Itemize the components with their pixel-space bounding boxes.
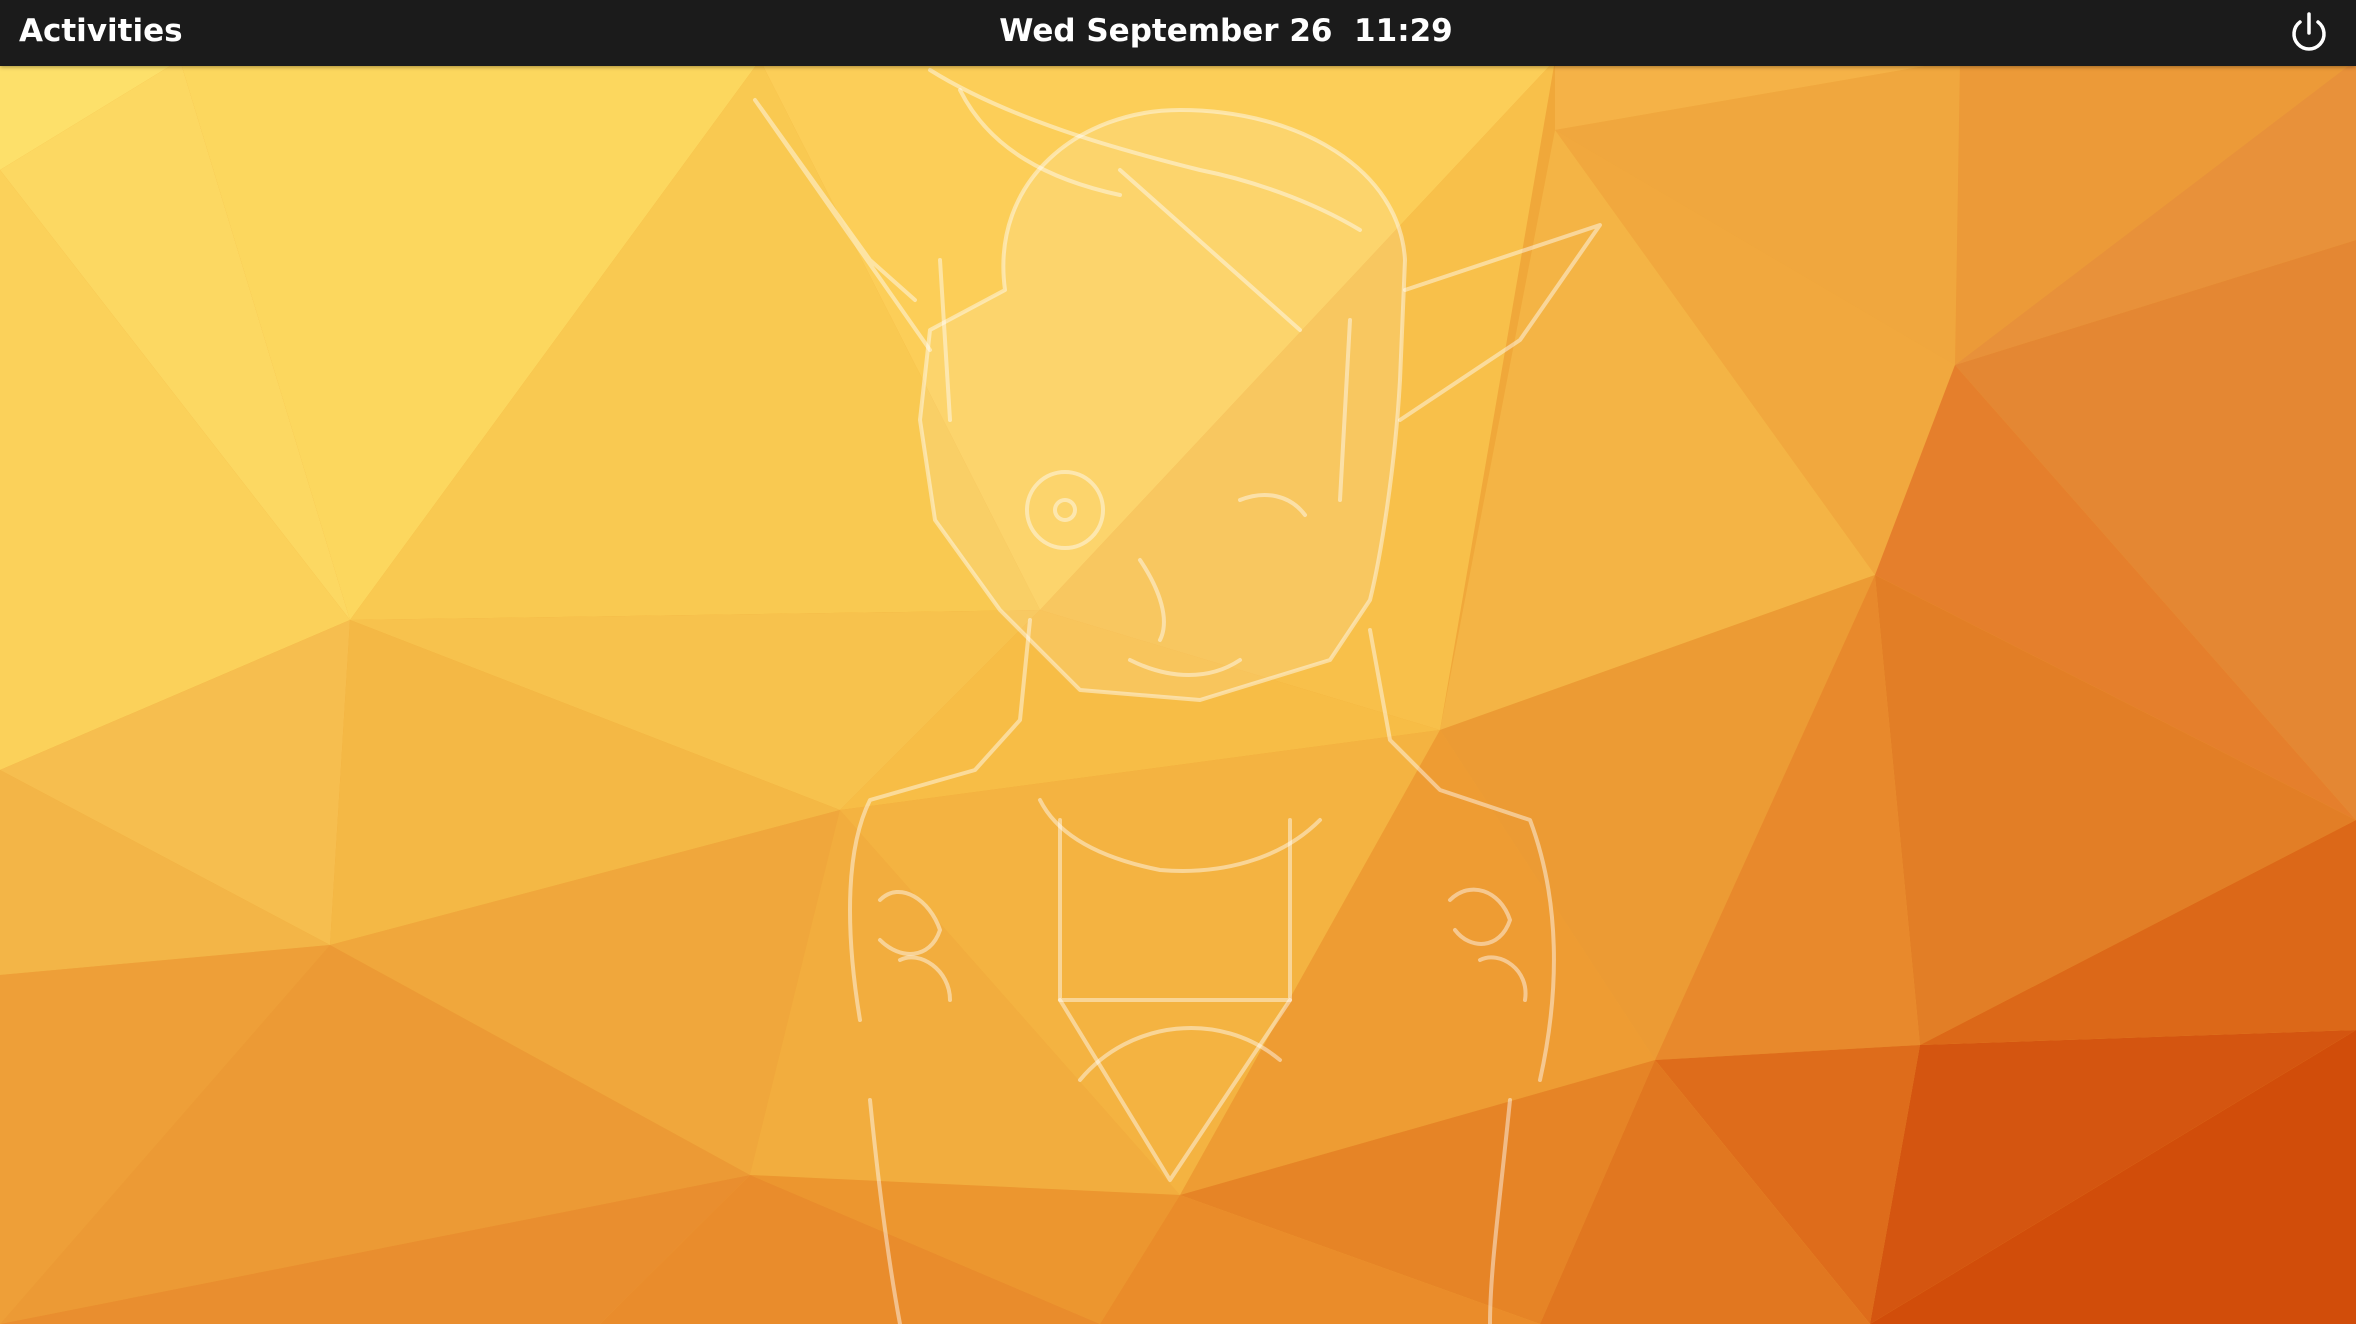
system-menu-button[interactable] [2282, 8, 2336, 58]
desktop[interactable]: Activities Wed September 26 11:29 [0, 0, 2356, 1324]
desktop-wallpaper [0, 60, 2356, 1324]
activities-button[interactable]: Activities [15, 0, 187, 66]
date-time-clock[interactable]: Wed September 26 11:29 [999, 13, 1452, 49]
clock-container: Wed September 26 11:29 [0, 0, 2356, 66]
power-icon [2292, 12, 2326, 51]
top-bar: Activities Wed September 26 11:29 [0, 0, 2356, 66]
